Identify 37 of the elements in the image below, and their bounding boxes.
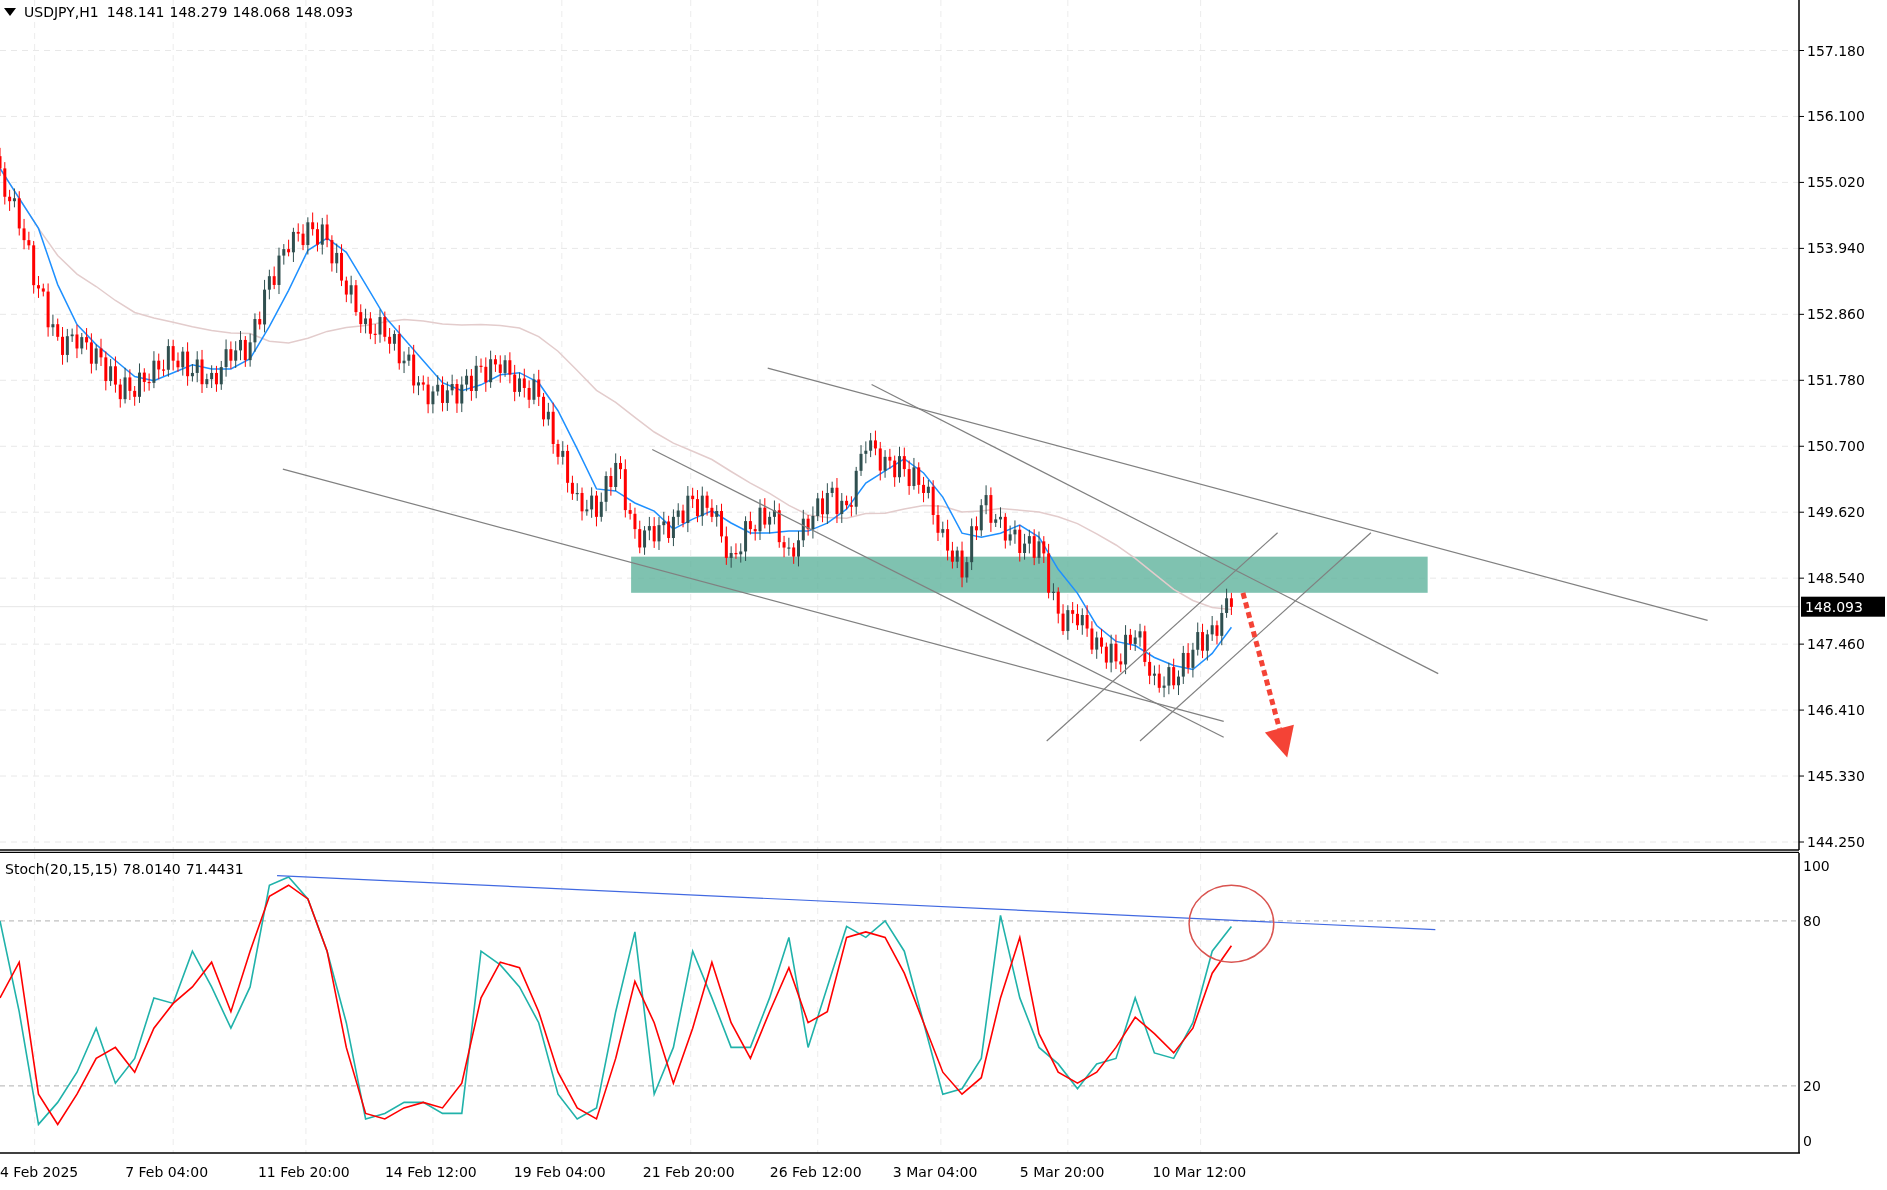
price-axis-label: 151.780 bbox=[1807, 372, 1865, 389]
time-axis-label: 26 Feb 12:00 bbox=[769, 1164, 862, 1180]
time-axis-label: 19 Feb 04:00 bbox=[513, 1164, 606, 1180]
price-value: 148.068 bbox=[232, 4, 291, 20]
price-axis-label: 144.250 bbox=[1807, 834, 1865, 850]
dropdown-caret-icon[interactable] bbox=[4, 8, 16, 16]
symbol-label: USDJPY,H1 bbox=[24, 4, 99, 20]
current-price-label: 148.093 bbox=[1801, 596, 1885, 617]
price-axis-label: 149.620 bbox=[1807, 504, 1865, 521]
price-axis-label: 155.020 bbox=[1807, 174, 1865, 191]
price-axis-label: 147.460 bbox=[1807, 636, 1865, 653]
price-axis-label: 148.540 bbox=[1807, 570, 1865, 587]
oscillator-axis-label: 0 bbox=[1803, 1132, 1812, 1149]
time-axis-label: 21 Feb 20:00 bbox=[642, 1164, 735, 1180]
price-axis-label: 157.180 bbox=[1807, 42, 1865, 59]
time-axis-label: 3 Mar 04:00 bbox=[892, 1164, 978, 1180]
time-axis-label: 14 Feb 12:00 bbox=[384, 1164, 477, 1180]
price-axis-label: 146.410 bbox=[1807, 702, 1865, 719]
time-axis-label: 4 Feb 2025 bbox=[0, 1164, 79, 1180]
indicator-value: 78.0140 bbox=[122, 861, 181, 877]
oscillator-axis-label: 20 bbox=[1803, 1077, 1821, 1094]
price-axis-label: 152.860 bbox=[1807, 306, 1865, 323]
price-value: 148.279 bbox=[169, 4, 228, 20]
oscillator-axis-label: 80 bbox=[1803, 912, 1821, 929]
price-axis-label: 153.940 bbox=[1807, 240, 1865, 257]
indicator-label: Stoch(20,15,15) bbox=[5, 861, 118, 877]
price-value: 148.141 bbox=[106, 4, 165, 20]
price-value: 148.093 bbox=[295, 4, 354, 20]
time-axis-label: 10 Mar 12:00 bbox=[1152, 1164, 1247, 1180]
price-axis-label: 156.100 bbox=[1807, 108, 1865, 125]
time-axis-label: 5 Mar 20:00 bbox=[1019, 1164, 1105, 1180]
price-axis-label: 150.700 bbox=[1807, 438, 1865, 455]
indicator-value: 71.4431 bbox=[185, 861, 244, 877]
time-axis-label: 7 Feb 04:00 bbox=[125, 1164, 209, 1180]
time-axis-label: 11 Feb 20:00 bbox=[257, 1164, 350, 1180]
price-axis-label: 145.330 bbox=[1807, 768, 1865, 785]
oscillator-axis-label: 100 bbox=[1803, 857, 1830, 874]
